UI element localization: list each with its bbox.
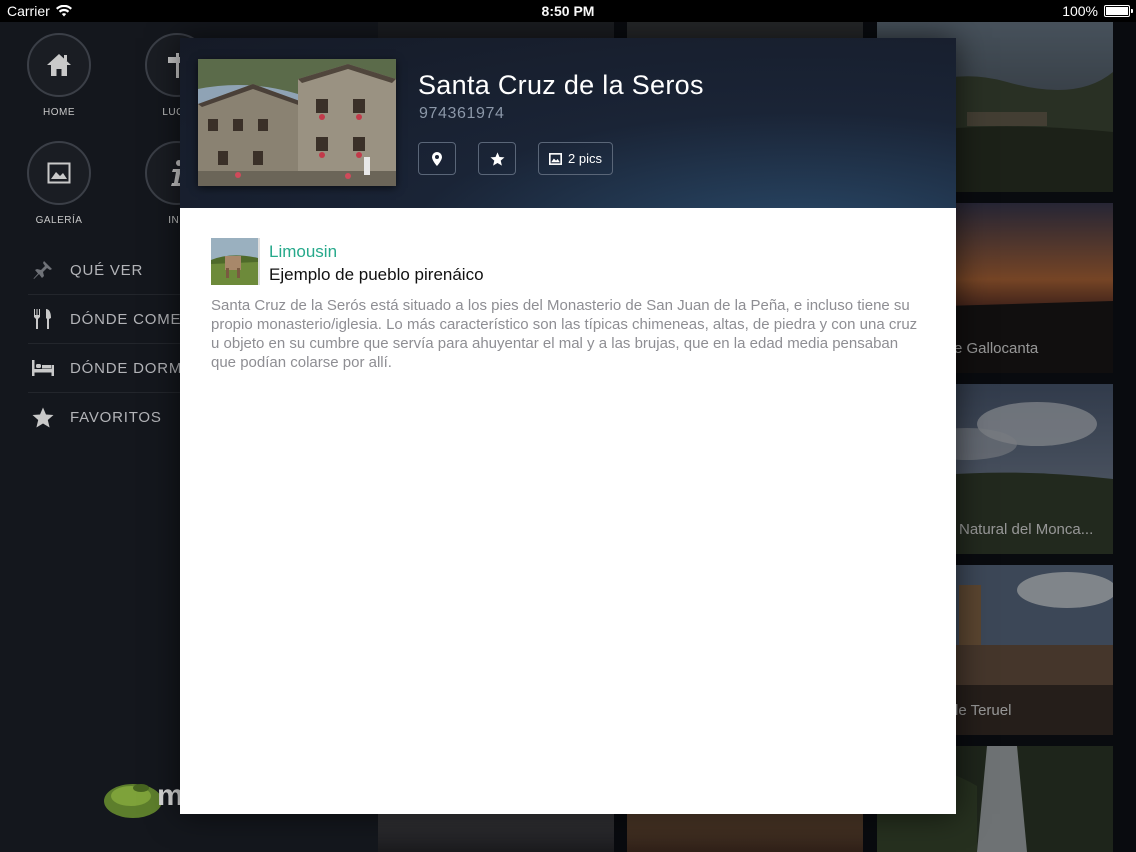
home-button[interactable]: HOME	[27, 33, 91, 118]
author-row: Limousin Ejemplo de pueblo pirenáico	[211, 238, 925, 288]
battery-icon	[1104, 5, 1133, 17]
pics-button[interactable]: 2 pics	[538, 142, 613, 175]
map-pin-icon	[432, 151, 442, 166]
place-description: Santa Cruz de la Serós está situado a lo…	[211, 297, 918, 371]
place-photo[interactable]	[198, 59, 396, 186]
sidebar-item-label: FAVORITOS	[70, 409, 162, 426]
status-bar: Carrier 8:50 PM 100%	[0, 0, 1136, 22]
sidebar-item-label: QUÉ VER	[70, 261, 144, 279]
galeria-button[interactable]: GALERÍA	[27, 141, 91, 226]
author-avatar[interactable]	[211, 238, 258, 285]
author-name[interactable]: Limousin	[269, 242, 337, 262]
home-label: HOME	[43, 107, 75, 118]
star-icon	[490, 151, 504, 166]
bed-icon	[32, 360, 54, 376]
star-icon	[32, 407, 54, 428]
cutlery-icon	[34, 309, 51, 329]
battery: 100%	[1062, 3, 1133, 19]
home-icon	[47, 54, 71, 76]
image-icon	[47, 162, 71, 184]
place-title: Santa Cruz de la Seros	[418, 70, 704, 100]
status-time: 8:50 PM	[541, 3, 595, 19]
sidebar-item-label: DÓNDE COMER	[70, 310, 193, 328]
map-button[interactable]	[418, 142, 456, 175]
app-logo: m	[103, 779, 184, 826]
modal-header: Santa Cruz de la Seros 974361974 2 pics	[180, 38, 956, 208]
battery-percentage: 100%	[1062, 3, 1098, 19]
image-icon	[549, 152, 562, 165]
place-actions: 2 pics	[418, 142, 613, 175]
galeria-label: GALERÍA	[35, 215, 83, 226]
pushpin-icon	[33, 261, 52, 279]
place-phone[interactable]: 974361974	[419, 105, 505, 123]
modal-body: Limousin Ejemplo de pueblo pirenáico San…	[180, 208, 956, 372]
pics-count: 2 pics	[568, 151, 602, 166]
favorite-button[interactable]	[478, 142, 516, 175]
place-detail-modal: Santa Cruz de la Seros 974361974 2 pics	[180, 38, 956, 814]
place-subtitle: Ejemplo de pueblo pirenáico	[269, 265, 484, 284]
